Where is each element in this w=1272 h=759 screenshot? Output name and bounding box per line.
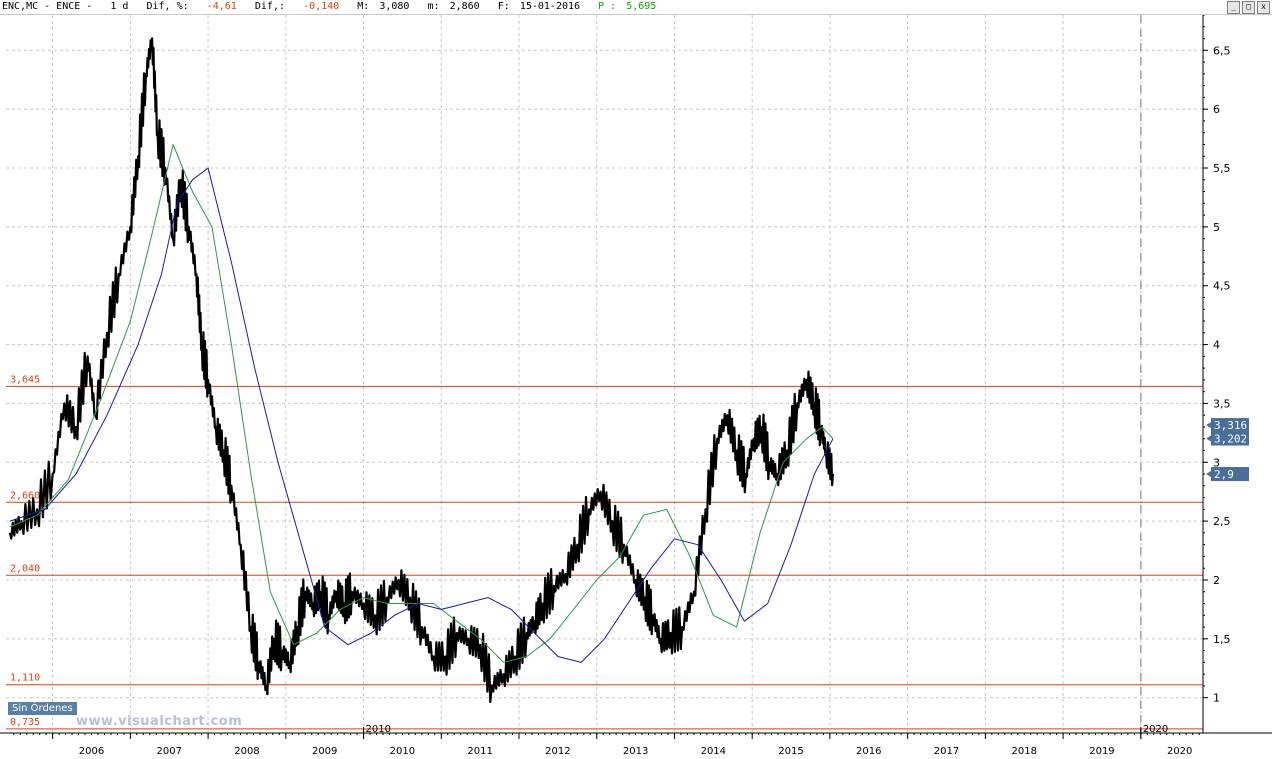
y-tick-label: 1,5 xyxy=(1213,633,1231,646)
x-tick-label: 2012 xyxy=(545,746,570,757)
decade-marker-label: 2010 xyxy=(366,724,391,735)
date-label: F: xyxy=(497,1,510,12)
orders-badge[interactable]: Sin Órdenes xyxy=(8,702,77,715)
long-ma-series xyxy=(9,167,834,663)
y-tick-label: 2 xyxy=(1213,574,1220,587)
level-label: 2,660 xyxy=(10,490,40,501)
y-tick-label: 6 xyxy=(1213,103,1220,116)
price-tags: 3,3163,202 2,9 xyxy=(1206,418,1249,482)
y-tick-label: 5 xyxy=(1213,221,1220,234)
date-value: 15-01-2016 xyxy=(519,1,581,12)
x-tick-label: 2019 xyxy=(1089,746,1114,757)
price-chart[interactable]: 3,6452,6602,0401,1100,735 11,522,533,544… xyxy=(0,15,1272,759)
minimize-button[interactable]: _ xyxy=(1227,1,1240,14)
p-label: P : xyxy=(598,1,617,12)
chart-series xyxy=(8,37,835,704)
y-tick-label: 6,5 xyxy=(1213,44,1231,57)
level-label: 2,040 xyxy=(10,563,40,574)
p-value: 5,695 xyxy=(626,1,657,12)
maximize-button[interactable]: □ xyxy=(1242,1,1255,14)
window-controls: _ □ x xyxy=(1227,1,1270,14)
level-lines: 3,645 2,660 2,040 1,110 0,735 xyxy=(6,374,1203,730)
close-button[interactable]: x xyxy=(1257,1,1270,14)
y-tick-label: 2,5 xyxy=(1213,515,1231,528)
min-label: m: xyxy=(427,1,440,12)
dif-pct-value: -4,61 xyxy=(206,1,237,12)
price-tag-arrow xyxy=(1206,422,1211,429)
y-tick-label: 4 xyxy=(1213,339,1220,352)
min-value: 2,860 xyxy=(449,1,480,12)
x-tick-label: 2015 xyxy=(778,746,803,757)
x-tick-label: 2018 xyxy=(1012,746,1037,757)
x-tick-label: 2017 xyxy=(934,746,959,757)
x-tick-label: 2014 xyxy=(701,746,726,757)
max-label: M: xyxy=(357,1,370,12)
level-label: 3,645 xyxy=(10,374,40,385)
x-tick-label: 2011 xyxy=(467,746,492,757)
y-tick-label: 1 xyxy=(1213,692,1220,705)
period-label: 1 d xyxy=(110,1,129,12)
dif-abs-value: -0,140 xyxy=(303,1,340,12)
y-tick-label: 5,5 xyxy=(1213,162,1231,175)
price-tag-label: 2,9 xyxy=(1214,468,1234,481)
x-tick-label: 2009 xyxy=(312,746,337,757)
chart-header: ENC,MC - ENCE - 1 d Dif, %: -4,61 Dif,: … xyxy=(0,0,1272,15)
x-tick-label: 2020 xyxy=(1167,746,1192,757)
symbol-label: ENC,MC - ENCE - xyxy=(2,1,93,12)
price-tag-label: 3,316 xyxy=(1214,419,1247,432)
x-tick-label: 2010 xyxy=(390,746,415,757)
y-tick-label: 4,5 xyxy=(1213,280,1231,293)
price-tag-label: 3,202 xyxy=(1214,433,1247,446)
price-tag-arrow xyxy=(1206,435,1211,442)
x-tick-label: 2013 xyxy=(623,746,648,757)
decade-marker-label: 2020 xyxy=(1143,724,1168,735)
x-tick-label: 2008 xyxy=(234,746,259,757)
price-series xyxy=(8,37,835,704)
chart-grid xyxy=(6,15,1203,733)
max-value: 3,080 xyxy=(379,1,410,12)
level-label: 1,110 xyxy=(10,673,40,684)
price-tag-arrow xyxy=(1206,471,1211,478)
x-tick-label: 2006 xyxy=(79,746,104,757)
x-tick-label: 2016 xyxy=(856,746,881,757)
level-label: 0,735 xyxy=(10,717,40,728)
dif-abs-label: Dif,: xyxy=(254,1,285,12)
y-tick-label: 3,5 xyxy=(1213,397,1231,410)
watermark: www.visualchart.com xyxy=(76,714,243,729)
x-tick-label: 2007 xyxy=(157,746,182,757)
dif-pct-label: Dif, %: xyxy=(146,1,189,12)
